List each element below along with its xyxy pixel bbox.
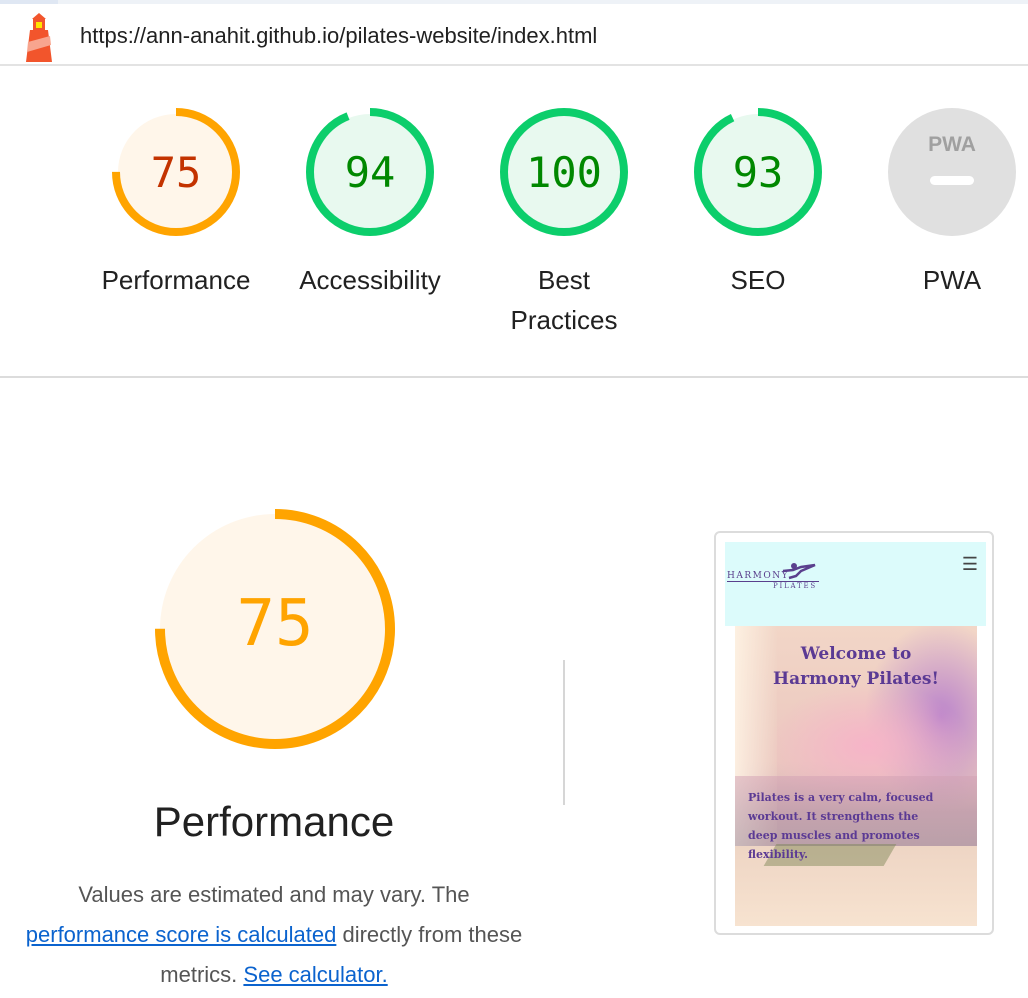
gauge-performance[interactable]: 75 Performance bbox=[81, 106, 271, 300]
performance-description: Values are estimated and may vary. The p… bbox=[20, 875, 528, 995]
gauge-best-practices-ring: 100 bbox=[500, 108, 628, 236]
hero-title-line2: Harmony Pilates! bbox=[773, 669, 939, 689]
gauge-accessibility-ring: 94 bbox=[306, 108, 434, 236]
gauge-performance-label: Performance bbox=[101, 265, 251, 295]
gauge-best-practices[interactable]: 100 Best Practices bbox=[469, 106, 659, 340]
thumbnail-hero-title: Welcome to Harmony Pilates! bbox=[735, 642, 977, 692]
gauge-accessibility-label: Accessibility bbox=[299, 265, 441, 295]
gauge-seo-label: SEO bbox=[730, 265, 786, 295]
gauge-best-practices-label: Best Practices bbox=[510, 265, 618, 335]
thumbnail-hero-text: Pilates is a very calm, focused workout.… bbox=[748, 791, 934, 861]
thumbnail-hero: Welcome to Harmony Pilates! Pilates is a… bbox=[735, 626, 977, 926]
gauge-best-practices-score: 100 bbox=[526, 148, 602, 197]
category-gauges: 75 Performance 94 Accessibility 100 Best… bbox=[0, 66, 1028, 378]
gauge-seo-ring: 93 bbox=[694, 108, 822, 236]
gauge-performance-score: 75 bbox=[151, 148, 202, 197]
hamburger-icon: ☰ bbox=[961, 554, 978, 574]
hero-title-line1: Welcome to bbox=[800, 644, 912, 664]
report-url-bar: https://ann-anahit.github.io/pilates-web… bbox=[0, 4, 1028, 66]
performance-large-score: 75 bbox=[236, 587, 313, 661]
gauge-pwa-label: PWA bbox=[922, 265, 982, 295]
gauge-seo[interactable]: 93 SEO bbox=[663, 106, 853, 300]
gauge-accessibility-score: 94 bbox=[345, 148, 396, 197]
section-divider bbox=[563, 660, 565, 805]
report-url[interactable]: https://ann-anahit.github.io/pilates-web… bbox=[80, 23, 597, 49]
gauge-accessibility[interactable]: 94 Accessibility bbox=[275, 106, 465, 300]
performance-title: Performance bbox=[153, 798, 395, 845]
pwa-badge-text: PWA bbox=[928, 133, 976, 156]
page-screenshot-thumbnail[interactable]: HARMONY PILATES ☰ Welcome to Harmony Pil… bbox=[714, 531, 994, 935]
gauge-pwa[interactable]: PWA PWA bbox=[857, 106, 1028, 300]
gauge-seo-score: 93 bbox=[733, 148, 784, 197]
pwa-icon: PWA bbox=[888, 108, 1016, 236]
see-calculator-link[interactable]: See calculator. bbox=[243, 962, 387, 987]
lighthouse-icon bbox=[26, 13, 52, 62]
thumbnail-brand-bottom: PILATES bbox=[773, 582, 817, 590]
performance-desc-prefix: Values are estimated and may vary. The bbox=[78, 882, 470, 907]
gauge-performance-ring: 75 bbox=[112, 108, 240, 236]
thumbnail-brand-top: HARMONY bbox=[727, 571, 790, 581]
score-calculation-link[interactable]: performance score is calculated bbox=[26, 922, 337, 947]
thumbnail-site-header: HARMONY PILATES ☰ bbox=[725, 542, 986, 626]
performance-large-gauge: 75 bbox=[155, 509, 395, 749]
